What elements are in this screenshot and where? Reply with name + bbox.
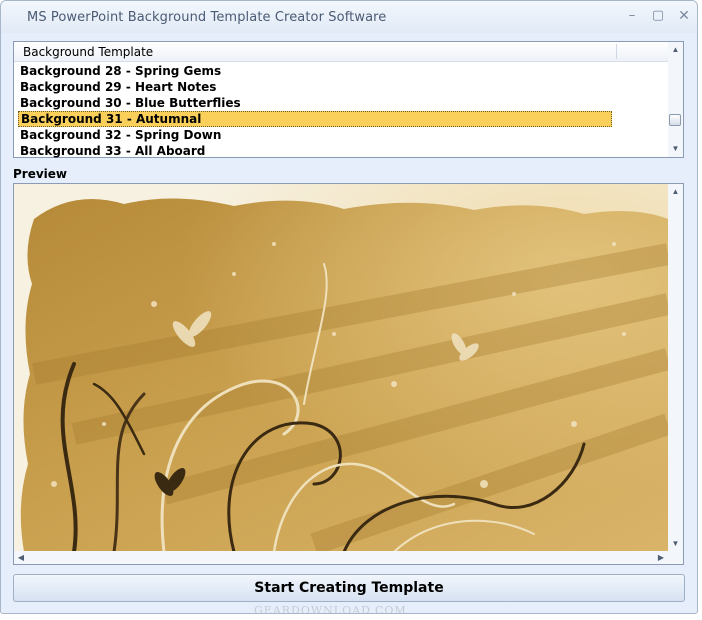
scroll-right-icon[interactable]: ▶	[656, 553, 666, 563]
preview-horizontal-scrollbar[interactable]: ◀ ▶	[14, 551, 668, 564]
scrollbar-corner	[668, 551, 683, 564]
close-button[interactable]: ✕	[673, 7, 695, 25]
scroll-up-icon[interactable]: ▲	[670, 45, 681, 55]
scroll-up-icon[interactable]: ▲	[670, 187, 681, 197]
template-list[interactable]: Background Template Background 28 - Spri…	[13, 41, 684, 158]
window-title: MS PowerPoint Background Template Creato…	[27, 10, 387, 25]
preview-pane: ▲ ▼ ◀ ▶	[13, 183, 684, 565]
list-item[interactable]: Background 29 - Heart Notes	[18, 79, 612, 95]
watermark: GEARDOWNLOAD.COM	[254, 604, 407, 614]
column-divider[interactable]	[616, 44, 617, 59]
maximize-button[interactable]: ▢	[647, 7, 669, 25]
list-header[interactable]: Background Template	[14, 42, 669, 62]
preview-vertical-scrollbar[interactable]: ▲ ▼	[668, 184, 683, 552]
column-header-background-template[interactable]: Background Template	[23, 45, 153, 59]
app-window: MS PowerPoint Background Template Creato…	[0, 0, 698, 614]
list-item[interactable]: Background 30 - Blue Butterflies	[18, 95, 612, 111]
preview-label: Preview	[13, 167, 68, 181]
scroll-left-icon[interactable]: ◀	[16, 553, 26, 563]
list-scrollbar[interactable]: ▲ ▼	[668, 42, 683, 157]
list-item[interactable]: Background 28 - Spring Gems	[18, 63, 612, 79]
scroll-thumb[interactable]	[669, 114, 681, 126]
start-creating-template-button[interactable]: Start Creating Template	[13, 574, 685, 602]
minimize-button[interactable]: –	[621, 7, 643, 25]
list-rows: Background 28 - Spring Gems Background 2…	[14, 63, 668, 159]
preview-image	[14, 184, 668, 552]
scroll-down-icon[interactable]: ▼	[670, 144, 681, 154]
scroll-down-icon[interactable]: ▼	[670, 539, 681, 549]
list-item-selected[interactable]: Background 31 - Autumnal	[18, 111, 612, 127]
title-bar[interactable]: MS PowerPoint Background Template Creato…	[1, 1, 697, 33]
list-item[interactable]: Background 33 - All Aboard	[18, 143, 612, 159]
list-item[interactable]: Background 32 - Spring Down	[18, 127, 612, 143]
